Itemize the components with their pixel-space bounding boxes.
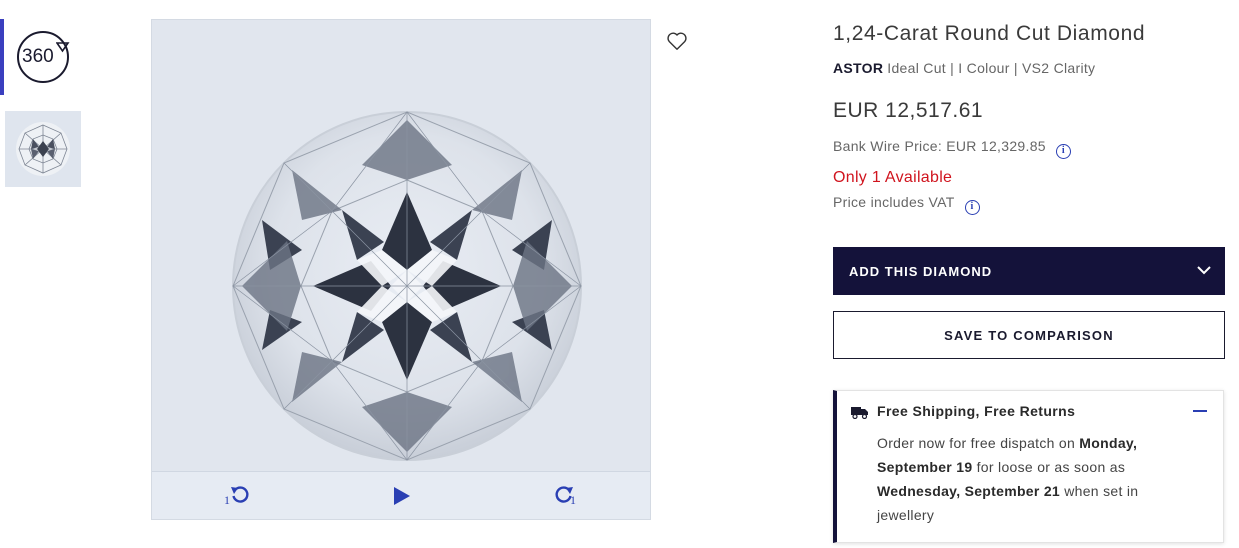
- vat-line: Price includes VAT i: [833, 194, 980, 215]
- product-price: EUR 12,517.61: [833, 99, 984, 122]
- brand-label[interactable]: ASTOR: [833, 60, 883, 76]
- availability-status: Only 1 Available: [833, 169, 953, 186]
- rotate-left-button[interactable]: 1: [222, 483, 252, 509]
- save-to-comparison-button[interactable]: SAVE TO COMPARISON: [833, 311, 1225, 359]
- wishlist-button[interactable]: [666, 30, 688, 52]
- viewer-controls: 1 1: [152, 471, 650, 519]
- play-button[interactable]: [390, 483, 412, 509]
- product-specs: Ideal Cut | I Colour | VS2 Clarity: [887, 60, 1096, 76]
- product-specs-line: ASTOR Ideal Cut | I Colour | VS2 Clarity: [833, 60, 1095, 76]
- vat-note: Price includes VAT: [833, 194, 955, 210]
- thumbnail-360[interactable]: 360: [0, 19, 82, 95]
- product-title: 1,24-Carat Round Cut Diamond: [833, 22, 1146, 45]
- diamond-image[interactable]: [152, 20, 650, 470]
- play-icon: [394, 487, 410, 505]
- save-to-comparison-label: SAVE TO COMPARISON: [944, 328, 1114, 343]
- bank-wire-info-icon[interactable]: i: [1055, 144, 1071, 159]
- chevron-down-icon: [1197, 266, 1211, 275]
- vat-info-icon[interactable]: i: [964, 200, 980, 215]
- rotate-left-icon: [231, 486, 249, 503]
- shipping-heading: Free Shipping, Free Returns: [877, 403, 1076, 419]
- rotate-right-button[interactable]: 1: [552, 483, 582, 509]
- rotate-right-step: 1: [570, 493, 576, 507]
- add-this-diamond-label: ADD THIS DIAMOND: [849, 264, 993, 279]
- bank-wire-price: Bank Wire Price: EUR 12,329.85: [833, 138, 1046, 154]
- truck-icon: [851, 407, 868, 419]
- collapse-minus-icon[interactable]: [1193, 410, 1207, 412]
- thumbnail-360-label: 360: [22, 46, 54, 67]
- shipping-date-2: Wednesday, September 21: [877, 483, 1061, 499]
- rotate-arrow-icon: [56, 42, 70, 53]
- diamond-thumbnail-icon: [5, 111, 81, 187]
- shipping-panel: Free Shipping, Free Returns Order now fo…: [833, 390, 1224, 543]
- active-thumbnail-indicator: [0, 19, 4, 95]
- diamond-illustration: [152, 20, 650, 470]
- thumbnail-diamond-image[interactable]: [5, 111, 81, 187]
- shipping-details: Order now for free dispatch on Monday, S…: [877, 431, 1177, 527]
- heart-icon: [667, 32, 687, 50]
- bank-wire-price-line: Bank Wire Price: EUR 12,329.85 i: [833, 138, 1071, 159]
- add-this-diamond-button[interactable]: ADD THIS DIAMOND: [833, 247, 1225, 295]
- diamond-360-viewer[interactable]: 1 1: [151, 19, 651, 520]
- shipping-text-1: Order now for free dispatch on: [877, 435, 1080, 451]
- shipping-text-2: for loose or as soon as: [972, 459, 1126, 475]
